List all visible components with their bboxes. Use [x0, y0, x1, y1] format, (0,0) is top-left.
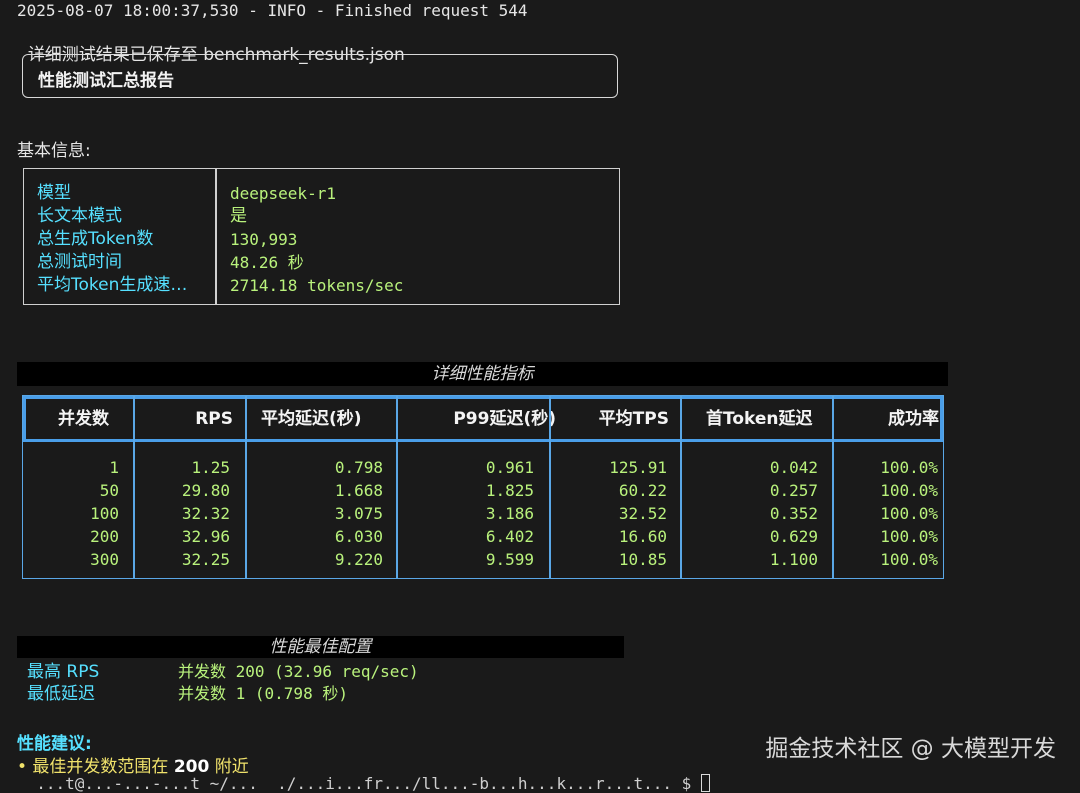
cell-rps: 32.25: [181, 550, 230, 569]
table-row: 1 1.25 0.798 0.961 125.91 0.042 100.0%: [23, 456, 943, 479]
shell-prompt-text: ...t@...-...-...t ~/... ./...i...fr.../l…: [17, 774, 701, 793]
header-p99-latency: P99延迟(秒): [453, 409, 556, 429]
info-key-total-tokens: 总生成Token数: [37, 229, 154, 249]
cell-success-rate: 100.0%: [880, 458, 938, 477]
best-value-max-rps: 并发数 200 (32.96 req/sec): [178, 662, 419, 681]
cell-rps: 32.96: [181, 527, 230, 546]
header-success-rate: 成功率: [888, 409, 939, 429]
report-title: 性能测试汇总报告: [38, 71, 174, 91]
best-value-min-latency: 并发数 1 (0.798 秒): [178, 684, 348, 703]
info-key-total-time: 总测试时间: [37, 252, 122, 272]
log-line-info: 2025-08-07 18:00:37,530 - INFO - Finishe…: [17, 1, 528, 20]
cell-p99-latency: 9.599: [485, 550, 534, 569]
cell-avg-tps: 16.60: [618, 527, 667, 546]
cell-concurrency: 100: [90, 504, 119, 523]
cell-avg-tps: 60.22: [618, 481, 667, 500]
metrics-table: 并发数 RPS 平均延迟(秒) P99延迟(秒) 平均TPS 首Token延迟 …: [22, 395, 944, 579]
watermark: 掘金技术社区 @ 大模型开发: [765, 736, 1056, 762]
cell-p99-latency: 6.402: [485, 527, 534, 546]
header-rps: RPS: [195, 409, 233, 429]
terminal-cursor: [700, 774, 710, 792]
cell-first-token-latency: 0.042: [769, 458, 818, 477]
info-value-long-text-mode: 是: [230, 206, 247, 226]
cell-first-token-latency: 0.257: [769, 481, 818, 500]
cell-first-token-latency: 0.352: [769, 504, 818, 523]
info-key-long-text-mode: 长文本模式: [37, 206, 122, 226]
header-avg-latency: 平均延迟(秒): [261, 409, 362, 429]
header-concurrency: 并发数: [58, 409, 109, 429]
cell-p99-latency: 3.186: [485, 504, 534, 523]
cell-p99-latency: 1.825: [485, 481, 534, 500]
info-value-avg-token-speed: 2714.18 tokens/sec: [230, 276, 404, 295]
cell-avg-latency: 0.798: [334, 458, 383, 477]
info-value-total-time: 48.26 秒: [230, 253, 304, 272]
info-keys-column: 模型 长文本模式 总生成Token数 总测试时间 平均Token生成速…: [37, 182, 209, 297]
cell-success-rate: 100.0%: [880, 527, 938, 546]
cell-concurrency: 1: [109, 458, 119, 477]
advice-title: 性能建议:: [17, 734, 92, 754]
table-row: 300 32.25 9.220 9.599 10.85 1.100 100.0%: [23, 548, 943, 571]
cell-first-token-latency: 1.100: [769, 550, 818, 569]
cell-concurrency: 300: [90, 550, 119, 569]
header-first-token-latency: 首Token延迟: [706, 409, 813, 429]
best-config-banner: 性能最佳配置: [17, 636, 624, 658]
cell-avg-latency: 6.030: [334, 527, 383, 546]
basic-info-table: 模型 长文本模式 总生成Token数 总测试时间 平均Token生成速… dee…: [23, 168, 620, 305]
shell-prompt[interactable]: ...t@...-...-...t ~/... ./...i...fr.../l…: [17, 774, 710, 793]
basic-info-heading: 基本信息:: [17, 141, 91, 161]
info-values-column: deepseek-r1 是 130,993 48.26 秒 2714.18 to…: [230, 182, 403, 297]
table-row: 200 32.96 6.030 6.402 16.60 0.629 100.0%: [23, 525, 943, 548]
cell-rps: 32.32: [181, 504, 230, 523]
info-table-divider: [215, 169, 217, 304]
best-key-min-latency: 最低延迟: [27, 684, 95, 704]
cell-success-rate: 100.0%: [880, 481, 938, 500]
cell-avg-latency: 9.220: [334, 550, 383, 569]
info-value-model: deepseek-r1: [230, 184, 336, 203]
cell-avg-tps: 32.52: [618, 504, 667, 523]
cell-avg-tps: 10.85: [618, 550, 667, 569]
cell-success-rate: 100.0%: [880, 550, 938, 569]
best-key-max-rps: 最高 RPS: [27, 662, 100, 682]
cell-rps: 29.80: [181, 481, 230, 500]
cell-avg-tps: 125.91: [609, 458, 667, 477]
cell-concurrency: 200: [90, 527, 119, 546]
cell-first-token-latency: 0.629: [769, 527, 818, 546]
table-row: 100 32.32 3.075 3.186 32.52 0.352 100.0%: [23, 502, 943, 525]
table-row: 50 29.80 1.668 1.825 60.22 0.257 100.0%: [23, 479, 943, 502]
report-title-box: 性能测试汇总报告: [22, 54, 618, 98]
metrics-title: 详细性能指标: [431, 364, 534, 384]
cell-p99-latency: 0.961: [485, 458, 534, 477]
cell-avg-latency: 1.668: [334, 481, 383, 500]
header-avg-tps: 平均TPS: [598, 409, 669, 429]
best-config-title: 性能最佳配置: [269, 637, 372, 657]
metrics-header-row: 并发数 RPS 平均延迟(秒) P99延迟(秒) 平均TPS 首Token延迟 …: [23, 396, 943, 442]
cell-concurrency: 50: [99, 481, 119, 500]
cell-rps: 1.25: [191, 458, 230, 477]
info-value-total-tokens: 130,993: [230, 230, 298, 249]
metrics-title-banner: 详细性能指标: [17, 362, 948, 386]
info-key-avg-token-speed: 平均Token生成速…: [37, 275, 188, 295]
cell-avg-latency: 3.075: [334, 504, 383, 523]
cell-success-rate: 100.0%: [880, 504, 938, 523]
info-key-model: 模型: [37, 183, 71, 203]
